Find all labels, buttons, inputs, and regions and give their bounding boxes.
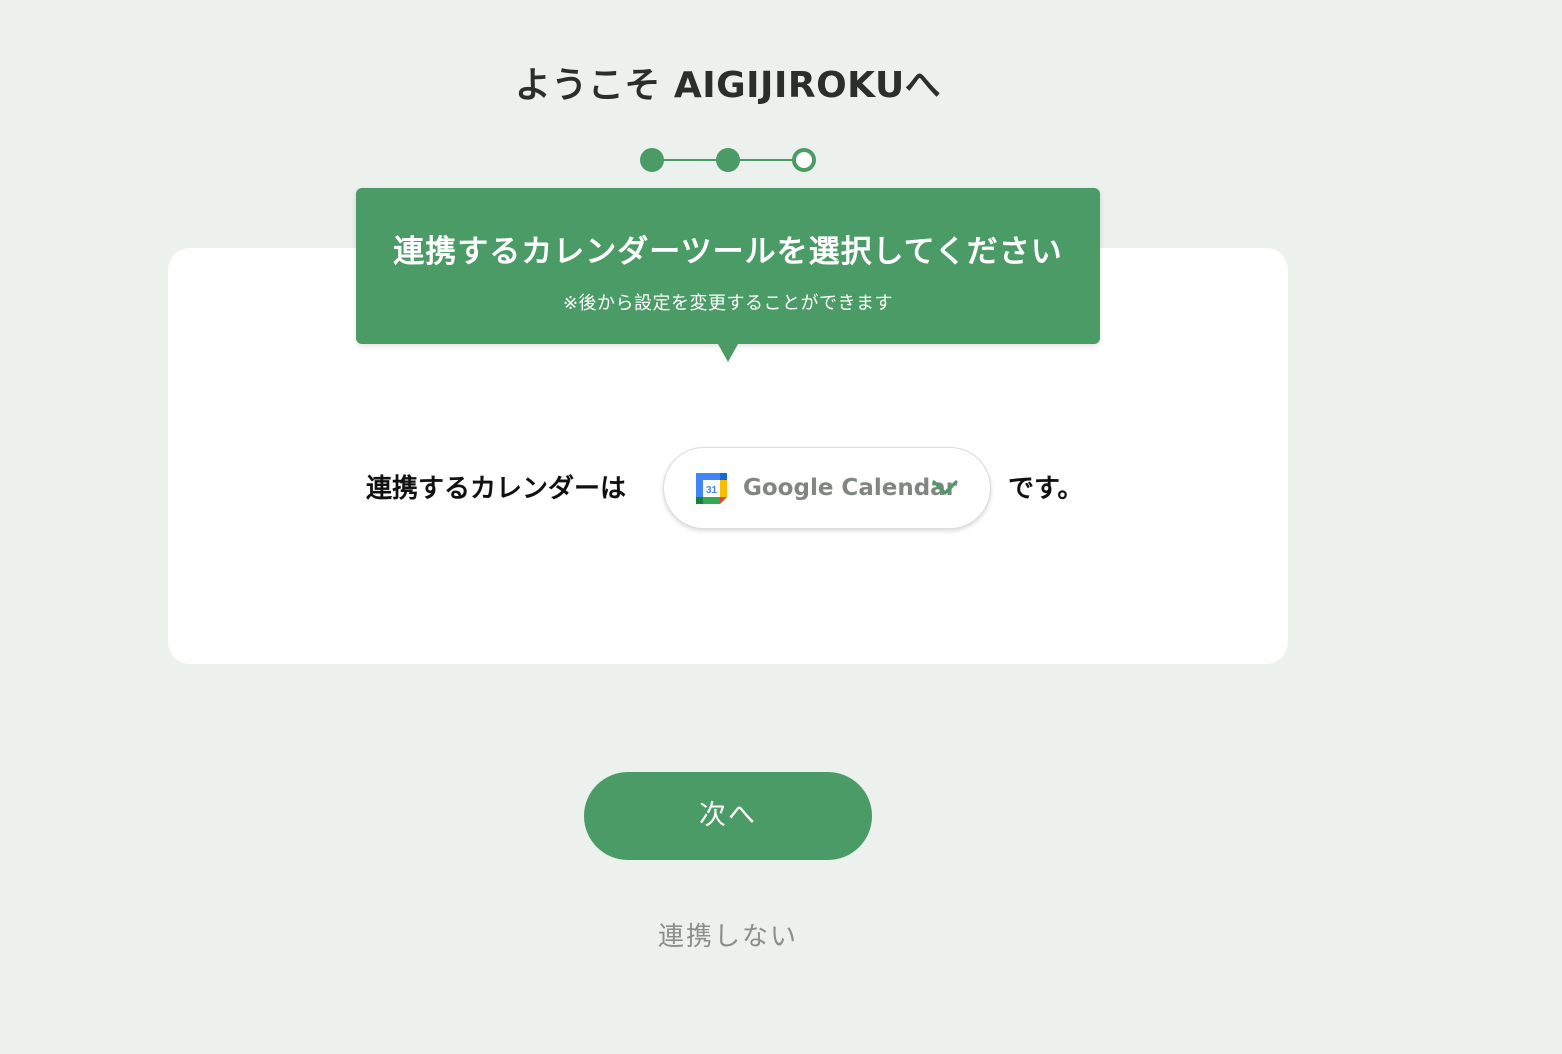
calendar-suffix-label: です。	[1008, 474, 1084, 504]
step-2-completed	[716, 148, 740, 172]
calendar-select-value: Google Calendar	[743, 475, 958, 501]
page-title: ようこそ AIGIJIROKUへ	[514, 65, 942, 106]
skip-integration-link[interactable]: 連携しない	[584, 916, 872, 953]
google-calendar-icon: 31	[696, 473, 727, 504]
next-button[interactable]: 次へ	[584, 772, 872, 860]
calendar-select-dropdown[interactable]: 31 Google Calendar	[663, 447, 991, 529]
instruction-callout: 連携するカレンダーツールを選択してください ※後から設定を変更することができます	[356, 188, 1100, 362]
google-calendar-icon-day: 31	[706, 485, 718, 496]
calendar-prompt-label: 連携するカレンダーは	[366, 474, 627, 504]
progress-stepper	[640, 148, 816, 172]
step-connector-2	[738, 159, 794, 161]
step-3-current	[792, 148, 816, 172]
chevron-down-icon	[932, 480, 958, 495]
callout-note: ※後から設定を変更することができます	[562, 293, 894, 314]
step-connector-1	[662, 159, 718, 161]
callout-title: 連携するカレンダーツールを選択してください	[393, 234, 1063, 270]
step-1-completed	[640, 148, 664, 172]
